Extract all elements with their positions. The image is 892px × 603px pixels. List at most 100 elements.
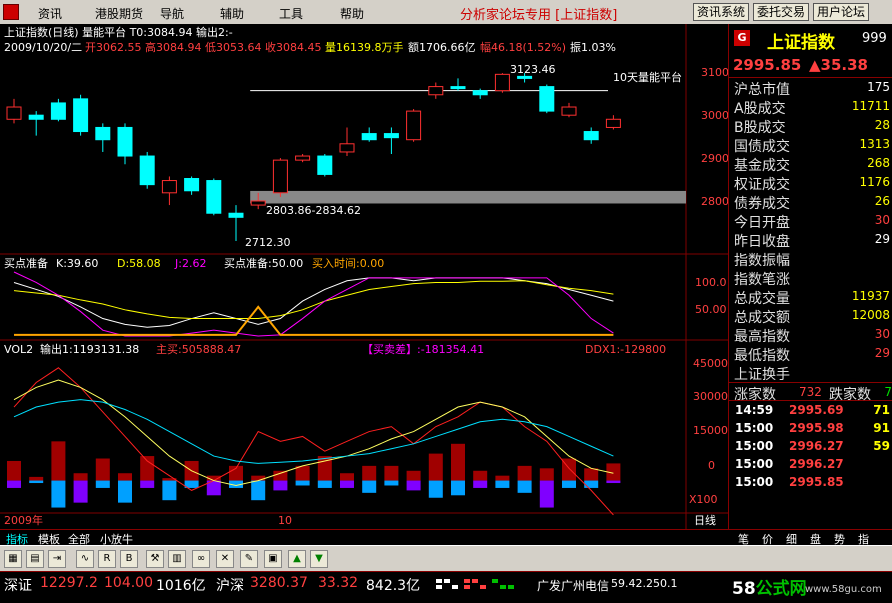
- chart-icon[interactable]: ▥: [168, 550, 186, 568]
- grid-icon[interactable]: ▦: [4, 550, 22, 568]
- quote-row-value: 1176: [859, 175, 890, 189]
- vol-title: VOL2: [4, 343, 33, 356]
- vol-line-cyan: [13, 399, 614, 464]
- candle-body: [517, 75, 533, 79]
- candle-body: [6, 106, 22, 120]
- volume-bar-down: [473, 480, 488, 488]
- volume-bar-down: [295, 480, 310, 486]
- tick-vol: 71: [873, 403, 890, 417]
- tool-icon[interactable]: ⚒: [146, 550, 164, 568]
- volume-bar-up: [428, 453, 443, 481]
- up-arrow-icon[interactable]: ▲: [288, 550, 306, 568]
- volume-bar-up: [584, 468, 599, 481]
- quote-row-label: 指数笔涨: [734, 272, 790, 288]
- vol-ddx: DDX1:-129800: [585, 343, 666, 356]
- book-icon[interactable]: ▤: [26, 550, 44, 568]
- quote-row-value: 11711: [851, 99, 890, 113]
- volume-bar-up: [473, 470, 488, 481]
- menu-assist[interactable]: 辅助: [220, 5, 244, 22]
- index-name: 上证指数: [767, 33, 835, 53]
- price-change: ▲35.38: [809, 56, 868, 74]
- menu-navigation[interactable]: 导航: [160, 5, 184, 22]
- volume-bar-down: [539, 480, 554, 508]
- quote-row-label: 总成交量: [734, 291, 790, 307]
- forum-title: 分析家论坛专用 [上证指数]: [460, 8, 618, 23]
- candle-body: [539, 86, 555, 112]
- quote-row-value: 29: [874, 346, 890, 360]
- down-arrow-icon[interactable]: ▼: [310, 550, 328, 568]
- cross-icon[interactable]: ✕: [216, 550, 234, 568]
- chart-date: 2009/10/20/二: [4, 41, 82, 54]
- broker-name: 广发广州电信: [537, 579, 610, 593]
- quote-row-value: 30: [874, 213, 890, 227]
- tick-price: 2996.27: [789, 457, 844, 471]
- candle-body: [95, 126, 111, 141]
- quote-row-label: 基金成交: [734, 158, 790, 174]
- decline-value: 7: [884, 385, 892, 399]
- sz-value: 12297.2: [40, 575, 98, 591]
- vol-unit: X100: [689, 493, 718, 506]
- menu-tools[interactable]: 工具: [279, 5, 303, 22]
- trade-button[interactable]: 委托交易: [753, 3, 810, 21]
- quote-row: 最高指数 30: [729, 325, 892, 345]
- volume-bar-up: [495, 475, 510, 481]
- kdj-j: J:2.62: [174, 257, 206, 270]
- chart-area[interactable]: 上证指数(日线) 量能平台 T0:3084.94 输出2:- 2009/10/2…: [0, 24, 728, 529]
- rsi-icon[interactable]: R: [98, 550, 116, 568]
- quote-row: 债券成交 26: [729, 192, 892, 212]
- volume-bar-down: [73, 480, 88, 503]
- menu-news[interactable]: 资讯: [38, 5, 62, 22]
- quote-row: 国债成交 1313: [729, 135, 892, 155]
- candle-body: [28, 114, 44, 120]
- kdj-tick-50: 50.00: [695, 303, 727, 316]
- kdj-line-K: [13, 277, 614, 328]
- volume-bar-up: [517, 465, 532, 481]
- mini-bars-icon: [436, 579, 514, 589]
- candle-body: [605, 118, 621, 128]
- quote-row-label: A股成交: [734, 101, 786, 117]
- index-logo: G: [734, 30, 750, 46]
- link-icon[interactable]: ∞: [192, 550, 210, 568]
- volume-bar-down: [273, 480, 288, 491]
- volume-bar-up: [95, 458, 110, 481]
- volume-bar-up: [140, 456, 155, 481]
- volume-bar-up: [273, 470, 288, 481]
- pencil-icon[interactable]: ✎: [240, 550, 258, 568]
- volume-bar-down: [140, 480, 155, 488]
- candle-body: [250, 200, 266, 206]
- exit-icon[interactable]: ⇥: [48, 550, 66, 568]
- forum-button[interactable]: 用户论坛: [813, 3, 870, 21]
- hs-change: 33.32: [318, 575, 359, 591]
- menu-bar: 资讯 港股期货 导航 辅助 工具 帮助 分析家论坛专用 [上证指数] 资讯系统 …: [0, 0, 892, 24]
- site-url: www.58gu.com: [805, 584, 882, 595]
- volume-bar-down: [517, 480, 532, 493]
- candle-body: [561, 106, 577, 116]
- app-icon[interactable]: [3, 4, 19, 20]
- candle-body: [161, 180, 177, 194]
- current-price: 2995.85: [733, 56, 802, 74]
- quote-row-label: 上证换手: [734, 367, 790, 383]
- close-value: 收3084.45: [265, 40, 322, 54]
- sz-amount: 1016亿: [156, 578, 206, 594]
- lock-icon[interactable]: ▣: [264, 550, 282, 568]
- volume-bar-down: [317, 480, 332, 488]
- tick-row: 15:00 2995.98 91: [729, 419, 892, 437]
- wave-icon[interactable]: ∿: [76, 550, 94, 568]
- platform-label: 10天量能平台: [613, 70, 682, 84]
- bs-icon[interactable]: B: [120, 550, 138, 568]
- menu-help[interactable]: 帮助: [340, 5, 364, 22]
- vol-tick-0: 0: [708, 459, 715, 472]
- tick-time: 14:59: [735, 403, 774, 417]
- tick-price: 2995.85: [789, 475, 844, 489]
- quote-row-label: 最低指数: [734, 348, 790, 364]
- low-price-label: 2712.30: [245, 236, 291, 249]
- volume-bar-down: [606, 480, 621, 484]
- quote-row-label: 债券成交: [734, 196, 790, 212]
- volume-bar-down: [584, 480, 599, 488]
- info-system-button[interactable]: 资讯系统: [693, 3, 750, 21]
- period-label: 日线: [694, 513, 716, 527]
- open-value: 开3062.55: [85, 41, 142, 54]
- quote-row-label: 今日开盘: [734, 215, 790, 231]
- candle-body: [295, 155, 311, 161]
- menu-hk-futures[interactable]: 港股期货: [95, 5, 143, 22]
